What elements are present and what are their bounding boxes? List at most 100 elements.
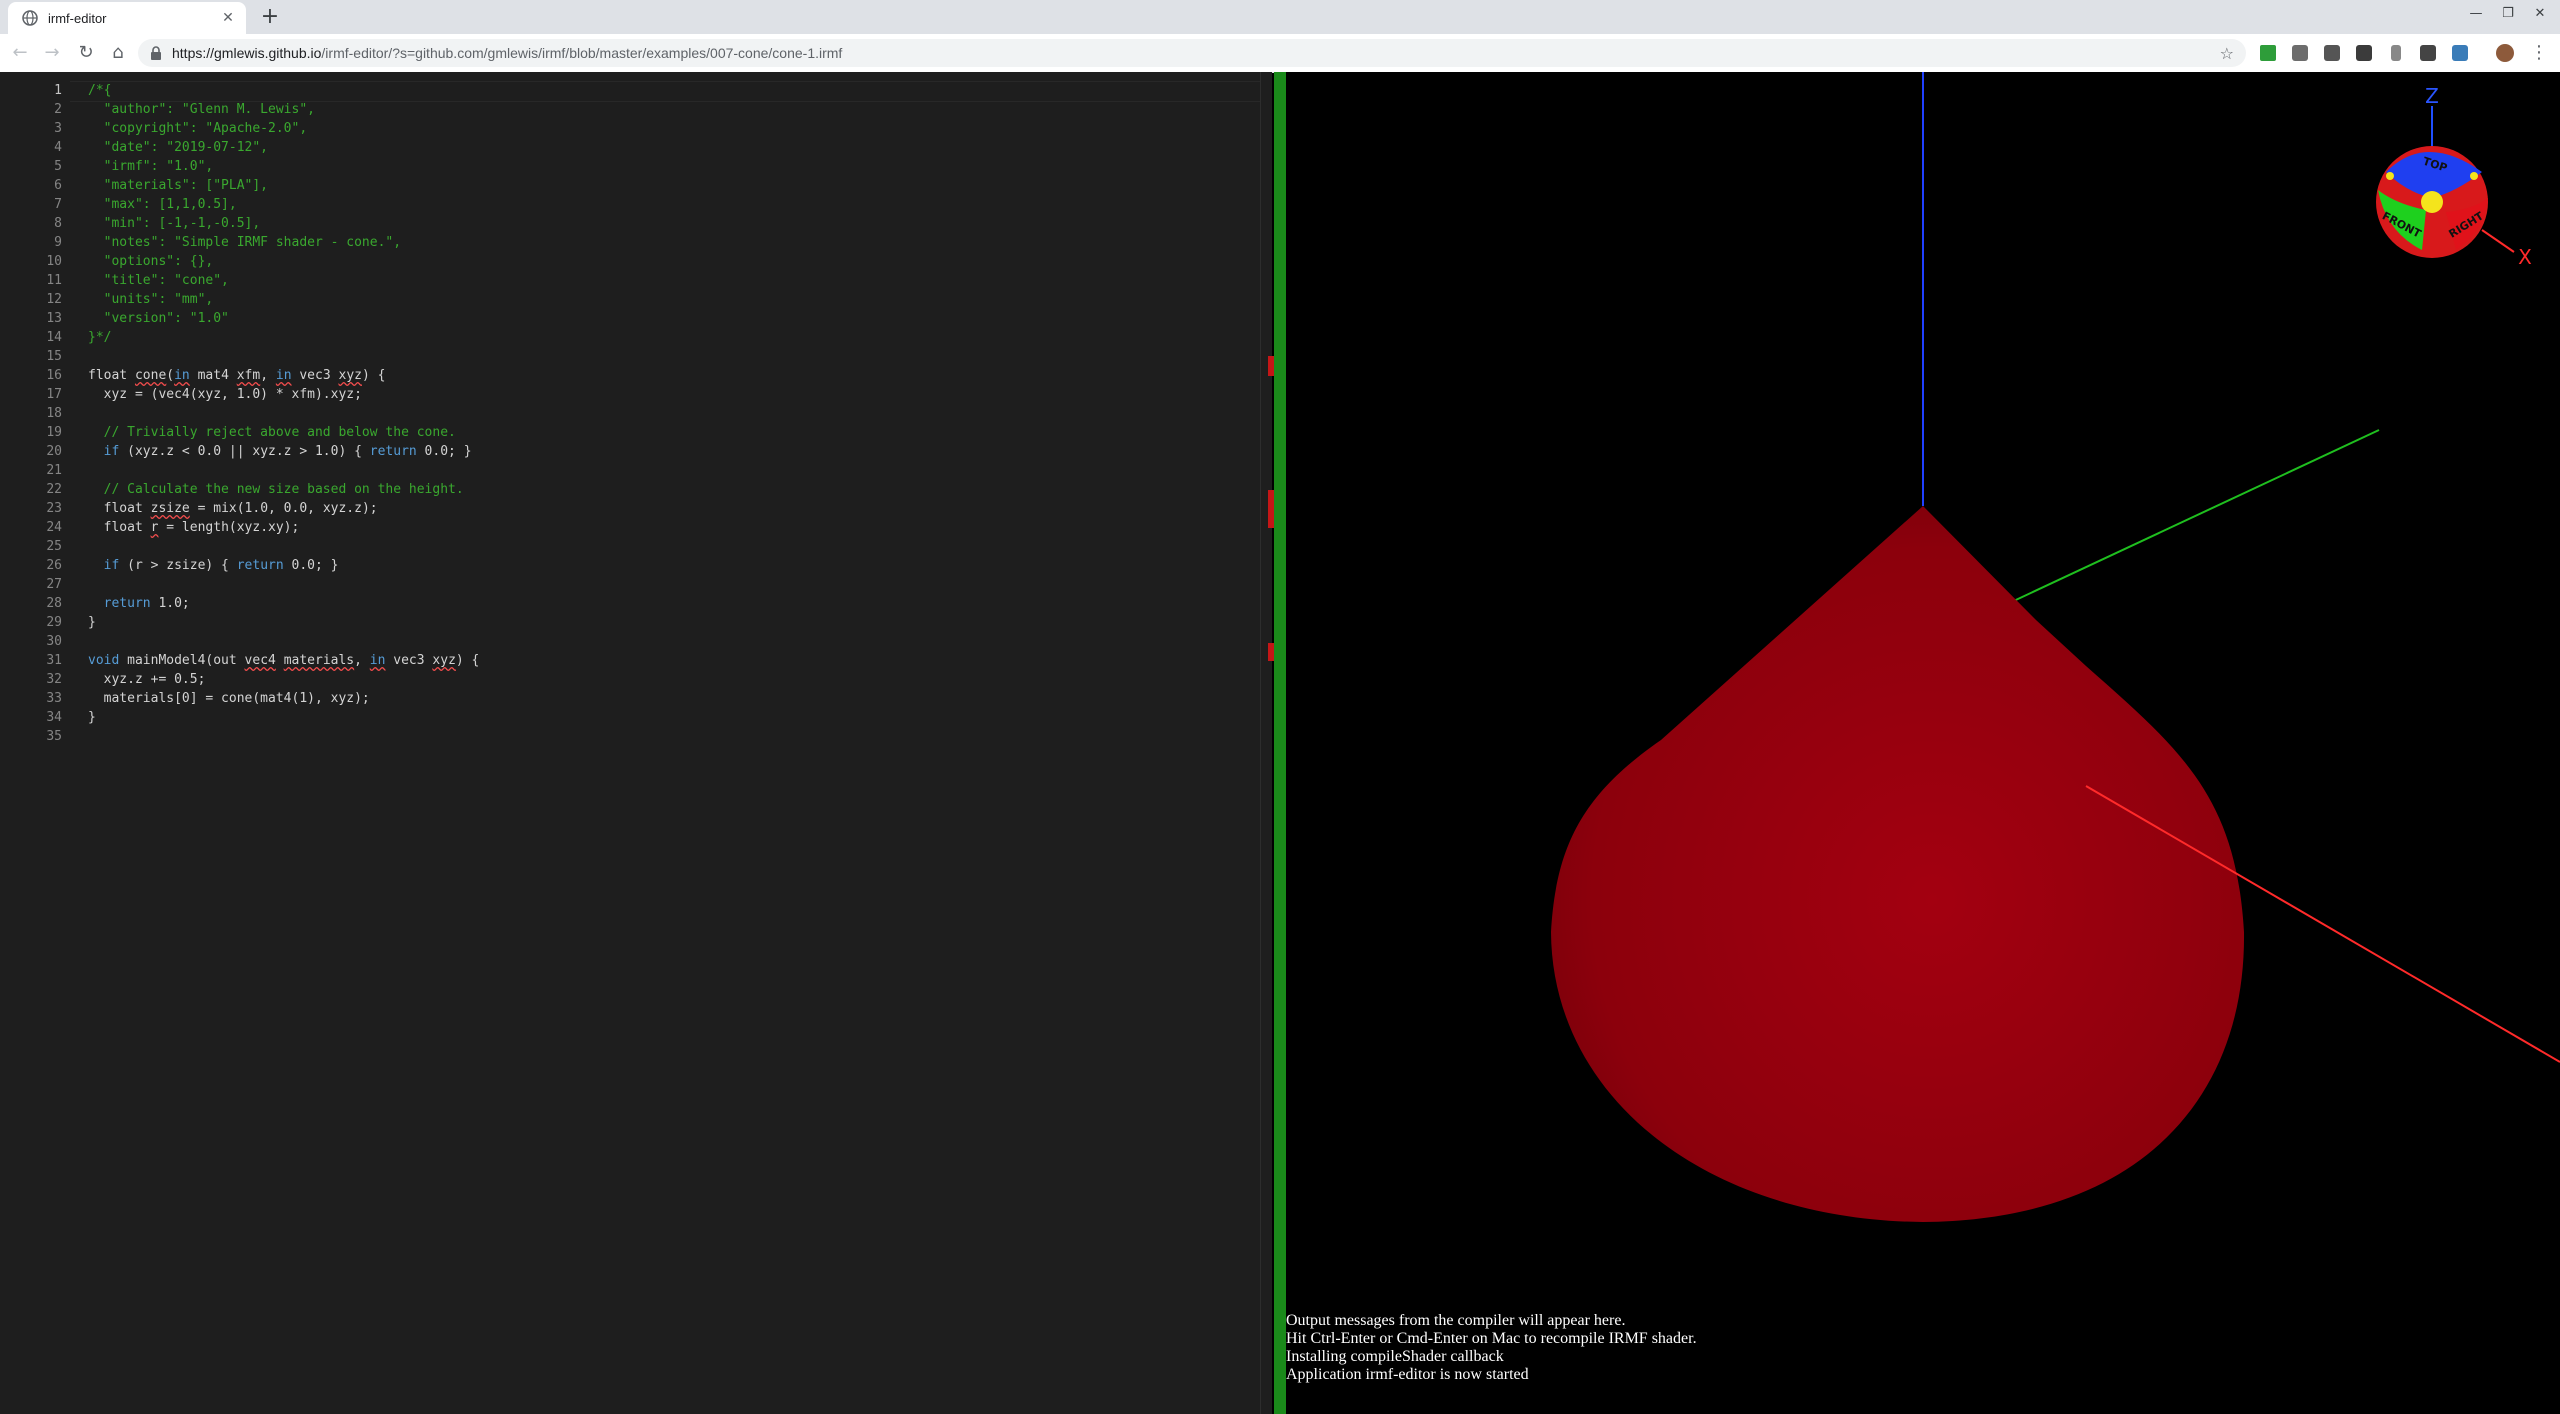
code-line[interactable]: 8 "min": [-1,-1,-0.5], — [0, 214, 1260, 233]
pane-splitter[interactable] — [1274, 72, 1286, 1414]
code-line[interactable]: 33 materials[0] = cone(mat4(1), xyz); — [0, 689, 1260, 708]
code-line[interactable]: 25 — [0, 537, 1260, 556]
forward-icon[interactable]: → — [42, 43, 62, 63]
code-line[interactable]: 21 — [0, 461, 1260, 480]
line-number: 30 — [46, 634, 62, 649]
line-number: 29 — [46, 615, 62, 630]
menu-icon[interactable]: ⋮ — [2530, 42, 2548, 63]
code-text: // Trivially reject above and below the … — [88, 425, 456, 440]
code-line[interactable]: 29} — [0, 613, 1260, 632]
code-editor[interactable]: 1/*{2 "author": "Glenn M. Lewis", 3 "copy… — [0, 72, 1272, 1414]
code-text: /*{ — [88, 83, 112, 98]
restore-icon[interactable]: ❐ — [2498, 6, 2518, 21]
line-number: 27 — [46, 577, 62, 592]
code-line[interactable]: 11 "title": "cone", — [0, 271, 1260, 290]
code-line[interactable]: 6 "materials": ["PLA"], — [0, 176, 1260, 195]
code-line[interactable]: 3 "copyright": "Apache-2.0", — [0, 119, 1260, 138]
minimize-icon[interactable]: — — [2466, 6, 2486, 21]
line-number: 8 — [54, 216, 62, 231]
tab-title: irmf-editor — [48, 10, 107, 26]
code-line[interactable]: 18 — [0, 404, 1260, 423]
code-line[interactable]: 35 — [0, 727, 1260, 746]
extension-mail-icon[interactable] — [2356, 45, 2372, 61]
code-line[interactable]: 28 return 1.0; — [0, 594, 1260, 613]
window-close-icon[interactable]: ✕ — [2530, 6, 2550, 21]
editor-scrollbar[interactable] — [1260, 72, 1272, 1414]
code-line[interactable]: 9 "notes": "Simple IRMF shader - cone.", — [0, 233, 1260, 252]
code-line[interactable]: 7 "max": [1,1,0.5], — [0, 195, 1260, 214]
close-icon[interactable]: ✕ — [220, 10, 236, 26]
code-line[interactable]: 22 // Calculate the new size based on th… — [0, 480, 1260, 499]
code-text: float r = length(xyz.xy); — [88, 520, 300, 535]
code-text: if (r > zsize) { return 0.0; } — [103, 558, 339, 573]
line-number: 9 — [54, 235, 62, 250]
output-line: Application irmf-editor is now started — [1286, 1366, 1529, 1383]
reload-icon[interactable]: ↻ — [76, 43, 96, 63]
code-text: return 1.0; — [103, 596, 190, 611]
code-line[interactable]: 31 void mainModel4(out vec4 materials, in… — [0, 651, 1260, 670]
code-line[interactable]: 24 float r = length(xyz.xy); — [0, 518, 1260, 537]
code-text: "max": [1,1,0.5], — [88, 197, 237, 212]
extension-box-icon[interactable] — [2324, 45, 2340, 61]
extension-tube-icon[interactable] — [2391, 45, 2401, 61]
code-text: "title": "cone", — [88, 273, 229, 288]
address-bar[interactable]: https://gmlewis.github.io/irmf-editor/?s… — [138, 39, 2246, 67]
line-number: 34 — [46, 710, 62, 725]
code-line[interactable]: 20 if (xyz.z < 0.0 || xyz.z > 1.0) { ret… — [0, 442, 1260, 461]
code-line[interactable]: 17 xyz = (vec4(xyz, 1.0) * xfm).xyz; — [0, 385, 1260, 404]
code-line[interactable]: 10 "options": {}, — [0, 252, 1260, 271]
code-line[interactable]: 26 if (r > zsize) { return 0.0; } — [0, 556, 1260, 575]
code-line[interactable]: 14}*/ — [0, 328, 1260, 347]
code-line[interactable]: 27 — [0, 575, 1260, 594]
code-line[interactable]: 12 "units": "mm", — [0, 290, 1260, 309]
code-text: "irmf": "1.0", — [88, 159, 214, 174]
view-cube-widget[interactable]: Z X TOP FRONT RIGHT — [2376, 84, 2532, 269]
code-line[interactable]: 2 "author": "Glenn M. Lewis", — [0, 100, 1260, 119]
x-axis-label: X — [2518, 245, 2532, 269]
code-line[interactable]: 1 /*{ — [0, 81, 1260, 100]
extension-page-icon[interactable] — [2452, 45, 2468, 61]
line-number: 21 — [46, 463, 62, 478]
code-text: void mainModel4(out vec4 materials, in v… — [88, 653, 480, 668]
home-icon[interactable]: ⌂ — [108, 43, 128, 63]
profile-avatar[interactable] — [2496, 44, 2514, 62]
code-line[interactable]: 16 float cone(in mat4 xfm, in vec3 xyz) { — [0, 366, 1260, 385]
code-line[interactable]: 32 xyz.z += 0.5; — [0, 670, 1260, 689]
line-number: 10 — [46, 254, 62, 269]
code-text: materials[0] = cone(mat4(1), xyz); — [88, 691, 370, 706]
code-line[interactable]: 5 "irmf": "1.0", — [0, 157, 1260, 176]
code-text: if (xyz.z < 0.0 || xyz.z > 1.0) { return… — [103, 444, 472, 459]
globe-icon — [22, 10, 38, 26]
bookmark-star-icon[interactable]: ☆ — [2220, 44, 2234, 63]
code-text: // Calculate the new size based on the h… — [88, 482, 464, 497]
code-text: xyz = (vec4(xyz, 1.0) * xfm).xyz; — [88, 387, 362, 402]
browser-tab[interactable]: irmf-editor ✕ — [8, 2, 246, 34]
code-text: "materials": ["PLA"], — [88, 178, 269, 193]
line-number: 15 — [46, 349, 62, 364]
new-tab-button[interactable]: + — [258, 6, 282, 30]
line-number: 3 — [54, 121, 62, 136]
code-line[interactable]: 15 — [0, 347, 1260, 366]
code-line[interactable]: 23 float zsize = mix(1.0, 0.0, xyz.z); — [0, 499, 1260, 518]
code-line[interactable]: 19 // Trivially reject above and below t… — [0, 423, 1260, 442]
code-text: }*/ — [88, 330, 112, 345]
code-text: "date": "2019-07-12", — [88, 140, 269, 155]
code-text: xyz.z += 0.5; — [88, 672, 206, 687]
y-axis-line — [1972, 429, 2380, 621]
back-icon[interactable]: ← — [10, 43, 30, 63]
extension-plane-icon[interactable] — [2420, 45, 2436, 61]
extension-folder-icon[interactable] — [2292, 45, 2308, 61]
line-number: 35 — [46, 729, 62, 744]
lock-icon — [151, 46, 161, 60]
code-line[interactable]: 34} — [0, 708, 1260, 727]
code-line[interactable]: 13 "version": "1.0" — [0, 309, 1260, 328]
render-viewport[interactable]: Z X TOP FRONT RIGHT — [1286, 72, 2560, 1414]
code-line[interactable]: 30 — [0, 632, 1260, 651]
code-line[interactable]: 4 "date": "2019-07-12", — [0, 138, 1260, 157]
scene-canvas: Z X TOP FRONT RIGHT — [1551, 72, 2560, 1222]
extension-arrow-icon[interactable] — [2260, 45, 2276, 61]
output-line: Output messages from the compiler will a… — [1286, 1312, 1626, 1329]
line-number: 33 — [46, 691, 62, 706]
line-number: 28 — [46, 596, 62, 611]
code-text: "author": "Glenn M. Lewis", — [88, 102, 315, 117]
